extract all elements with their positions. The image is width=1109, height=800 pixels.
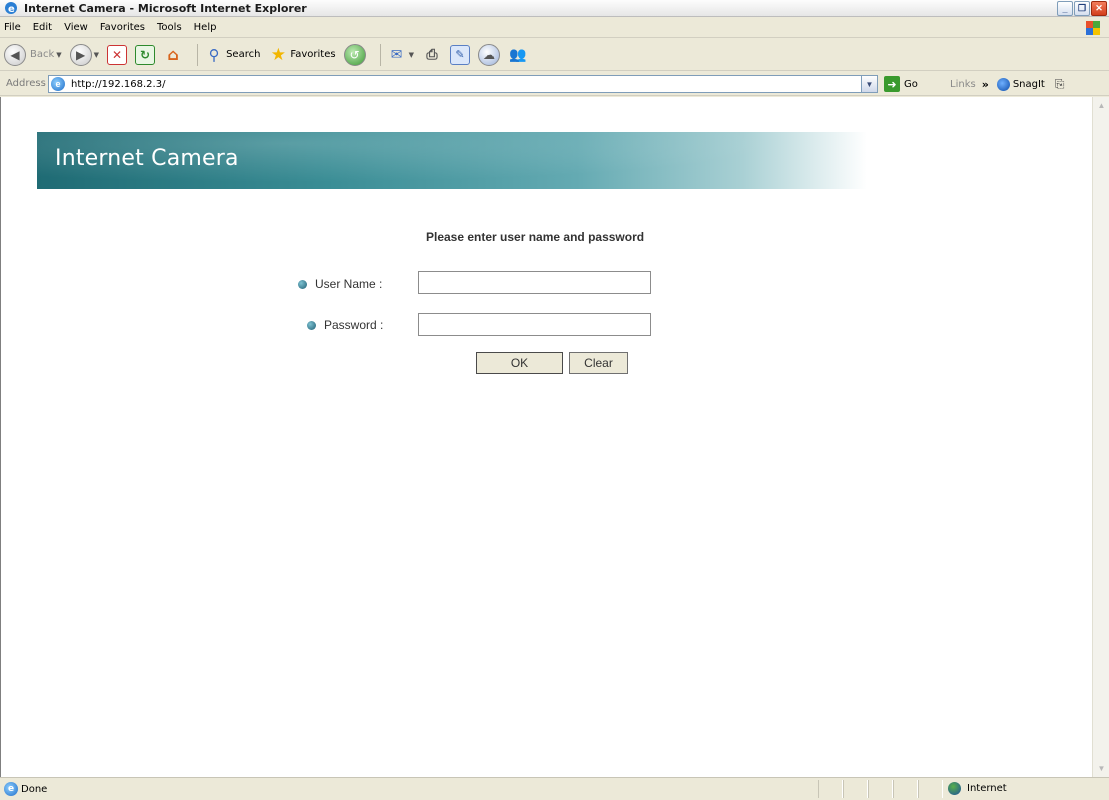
- username-label: User Name :: [315, 277, 383, 291]
- print-button[interactable]: ⎙: [422, 45, 442, 65]
- title-bar: e Internet Camera - Microsoft Internet E…: [0, 0, 1109, 17]
- address-input[interactable]: [71, 78, 851, 90]
- snagit-capture-icon[interactable]: ⎘: [1055, 77, 1065, 92]
- favorites-button[interactable]: ★ Favorites: [268, 44, 336, 65]
- search-button[interactable]: ⚲ Search: [204, 45, 261, 65]
- forward-button[interactable]: ▶ ▼: [69, 43, 100, 66]
- links-bar: Links » SnagIt ⎘: [950, 77, 1064, 92]
- chevron-down-icon: ▼: [93, 50, 100, 59]
- chevron-down-icon: ▼: [56, 50, 62, 59]
- refresh-button[interactable]: ↻: [135, 44, 156, 65]
- page-done-icon: e: [4, 782, 18, 796]
- menu-help[interactable]: Help: [194, 22, 217, 33]
- go-button[interactable]: ➜ Go: [884, 76, 918, 92]
- address-bar: Address e ▼ ➜ Go Links » SnagIt ⎘: [0, 72, 1109, 96]
- password-label: Password :: [324, 318, 384, 332]
- home-button[interactable]: ⌂: [163, 45, 183, 65]
- security-zone: Internet: [948, 782, 1007, 795]
- status-panels: [818, 780, 943, 798]
- chevron-right-icon[interactable]: »: [982, 78, 989, 91]
- window-controls: _ ❐ ✕: [1057, 1, 1107, 16]
- menu-file[interactable]: File: [4, 22, 21, 33]
- status-bar: e Done Internet: [0, 777, 1109, 800]
- password-input[interactable]: [418, 313, 651, 336]
- mail-button[interactable]: ✉ ▼: [387, 45, 414, 65]
- favorites-label: Favorites: [290, 49, 336, 60]
- minimize-button[interactable]: _: [1057, 1, 1073, 16]
- back-button[interactable]: ◀ Back ▼: [4, 43, 62, 66]
- menu-bar: File Edit View Favorites Tools Help: [0, 18, 1109, 38]
- stop-button[interactable]: ✕: [107, 44, 128, 65]
- status-left: e Done: [4, 782, 47, 796]
- print-icon: ⎙: [426, 46, 438, 63]
- mail-icon: ✉: [390, 46, 403, 63]
- address-label: Address: [6, 78, 46, 89]
- password-row: Password :: [307, 318, 383, 332]
- bullet-icon: [298, 279, 307, 289]
- ie-logo-icon: e: [4, 1, 18, 15]
- home-icon: ⌂: [167, 45, 179, 64]
- messenger-button[interactable]: 👥: [508, 45, 528, 65]
- login-prompt: Please enter user name and password: [426, 230, 645, 244]
- standard-toolbar: ◀ Back ▼ ▶ ▼ ✕ ↻ ⌂ ⚲ Search ★ Favorites …: [0, 39, 1109, 71]
- edit-icon: ✎: [449, 44, 470, 65]
- address-dropdown-button[interactable]: ▼: [861, 76, 877, 92]
- username-row: User Name :: [298, 277, 382, 291]
- clear-button[interactable]: Clear: [569, 352, 628, 374]
- svg-text:e: e: [8, 4, 15, 15]
- username-input[interactable]: [418, 271, 651, 294]
- favorites-star-icon: ★: [270, 44, 287, 65]
- menu-edit[interactable]: Edit: [33, 22, 52, 33]
- window-title: Internet Camera - Microsoft Internet Exp…: [24, 1, 307, 15]
- history-button[interactable]: ↺: [343, 43, 366, 66]
- go-label: Go: [904, 78, 918, 90]
- banner-title: Internet Camera: [55, 146, 239, 171]
- back-label: Back: [30, 49, 55, 60]
- toolbar-separator: [379, 43, 381, 66]
- vertical-scrollbar[interactable]: ▲ ▼: [1092, 97, 1109, 777]
- back-icon: ◀: [4, 43, 26, 66]
- menu-tools[interactable]: Tools: [157, 22, 182, 33]
- go-arrow-icon: ➜: [884, 76, 900, 92]
- refresh-icon: ↻: [135, 44, 156, 65]
- messenger-icon: 👥: [509, 46, 527, 63]
- discuss-icon: ☁: [477, 43, 500, 66]
- internet-globe-icon: [948, 782, 961, 795]
- discuss-button[interactable]: ☁: [477, 43, 500, 66]
- forward-icon: ▶: [69, 43, 92, 66]
- banner: Internet Camera: [37, 132, 867, 189]
- page-icon: e: [51, 77, 65, 91]
- search-label: Search: [226, 49, 261, 60]
- address-box: e ▼: [48, 75, 878, 93]
- links-label[interactable]: Links: [950, 79, 976, 90]
- ok-button[interactable]: OK: [476, 352, 563, 374]
- stop-icon: ✕: [107, 44, 128, 65]
- zone-label: Internet: [967, 783, 1007, 794]
- bullet-icon: [307, 320, 316, 330]
- restore-button[interactable]: ❐: [1074, 1, 1090, 16]
- history-icon: ↺: [343, 43, 366, 66]
- scroll-down-icon[interactable]: ▼: [1094, 761, 1109, 776]
- menu-view[interactable]: View: [64, 22, 88, 33]
- menu-favorites[interactable]: Favorites: [100, 22, 145, 33]
- toolbar-separator: [197, 43, 199, 66]
- snagit-label: SnagIt: [1012, 79, 1045, 90]
- chevron-down-icon: ▼: [408, 50, 414, 59]
- edit-button[interactable]: ✎: [449, 44, 470, 65]
- windows-flag-icon: [1085, 20, 1101, 36]
- status-text: Done: [21, 783, 48, 795]
- page-content: Internet Camera Please enter user name a…: [0, 97, 1109, 777]
- snagit-icon: [996, 78, 1010, 91]
- snagit-button[interactable]: SnagIt ⎘: [996, 77, 1065, 92]
- scroll-up-icon[interactable]: ▲: [1094, 98, 1109, 113]
- close-button[interactable]: ✕: [1091, 1, 1107, 16]
- search-icon: ⚲: [208, 45, 220, 64]
